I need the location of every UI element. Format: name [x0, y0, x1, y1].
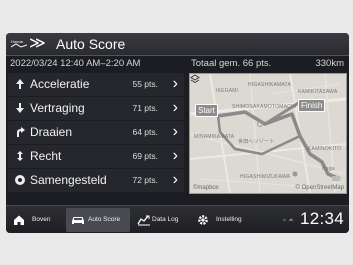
osm-credit: © OpenStreetMap	[295, 185, 344, 191]
tab-data-log[interactable]: Data Log	[132, 208, 190, 232]
route-map[interactable]: IKEGAMI HIGASHIKAMATA SHIMOSAKAMOTOMACHI…	[189, 73, 347, 194]
score-label: Samengesteld	[30, 173, 107, 187]
tab-auto-score[interactable]: Auto Score	[66, 208, 130, 232]
map-label-higashimizukawa: HIGASHIMIZUKAWA	[240, 174, 291, 180]
home-icon	[14, 215, 24, 225]
score-label: Draaien	[30, 125, 73, 139]
score-points: 71 pts.	[132, 103, 158, 113]
chevron-right-icon: ›	[172, 99, 178, 116]
map-label-minamikamata: MINAMIKAMATA	[194, 134, 235, 140]
score-points: 64 pts.	[132, 127, 158, 137]
auto-score-screen: Honda ≫ Auto Score 2022/03/24 12:40 AM–2…	[6, 33, 349, 233]
total-average-score: Totaal gem. 66 pts.	[191, 58, 272, 69]
trip-distance: 330km	[315, 58, 344, 69]
data-log-icon	[137, 215, 150, 226]
score-points: 72 pts.	[132, 175, 158, 185]
mapbox-credit: ©mapbox	[193, 185, 219, 191]
straight-icon	[17, 151, 23, 161]
tab-label: Data Log	[152, 216, 179, 223]
svg-text:Honda: Honda	[11, 39, 24, 44]
score-label: Vertraging	[30, 101, 85, 115]
map-label-shimosakamoto: SHIMOSAKAMOTOMACHI	[232, 104, 297, 110]
map-label-haga: Haga	[322, 166, 335, 172]
start-flag: Start	[195, 104, 218, 117]
tab-boven[interactable]: Boven	[8, 208, 60, 232]
map-label-kaminokito: KAMINOKITO	[308, 146, 342, 152]
acceleration-icon	[16, 79, 24, 89]
map-label-higashikamata: HIGASHIKAMATA	[248, 82, 291, 88]
trip-datetime: 2022/03/24 12:40 AM–2:20 AM	[10, 58, 141, 69]
page-title: Auto Score	[56, 36, 126, 52]
score-list: Acceleratie 55 pts. › Vertraging 71 pts.…	[8, 73, 184, 195]
turning-icon	[17, 127, 25, 137]
score-points: 55 pts.	[132, 79, 158, 89]
chevron-right-icon: ›	[172, 123, 178, 140]
chevron-right-icon: ›	[172, 75, 178, 92]
score-row-acceleratie[interactable]: Acceleratie 55 pts. ›	[8, 73, 184, 96]
title-bar: Honda ≫ Auto Score	[6, 33, 349, 56]
score-row-vertraging[interactable]: Vertraging 71 pts. ›	[8, 97, 184, 120]
map-label-kamikitazawa: KAMIKITAZAWA	[298, 89, 338, 95]
tab-label: Boven	[32, 216, 51, 223]
finish-flag: Finish	[298, 99, 326, 112]
deceleration-icon	[16, 103, 24, 113]
car-icon	[72, 217, 84, 224]
clock: 12:34	[299, 209, 344, 228]
map-label-ikegami: IKEGAMI	[216, 88, 239, 94]
score-row-recht[interactable]: Recht 69 pts. ›	[8, 145, 184, 168]
chevron-right-icon: ›	[172, 147, 178, 164]
chevron-right-icon: ›	[172, 171, 178, 188]
honda-logo-icon: Honda	[11, 38, 27, 50]
tab-instelling[interactable]: Instelling	[192, 208, 248, 232]
score-label: Acceleratie	[30, 77, 90, 91]
score-row-draaien[interactable]: Draaien 64 pts. ›	[8, 121, 184, 144]
map-label-jp: 世田ヘソゾート	[238, 139, 275, 145]
tab-label: Auto Score	[88, 216, 121, 223]
layers-icon[interactable]	[190, 74, 200, 84]
score-label: Recht	[30, 149, 62, 163]
score-points: 69 pts.	[132, 151, 158, 161]
bottom-tab-bar: Boven Auto Score Data Log Instelling ⌁ ⏶…	[6, 205, 349, 233]
score-row-samengesteld[interactable]: Samengesteld 72 pts. ›	[8, 169, 184, 192]
connection-status-icon: ⌁ ⏶	[282, 217, 294, 224]
settings-icon	[198, 215, 208, 225]
back-chevrons-icon[interactable]: ≫	[29, 35, 46, 53]
composite-icon	[15, 175, 25, 185]
tab-label: Instelling	[216, 216, 242, 223]
